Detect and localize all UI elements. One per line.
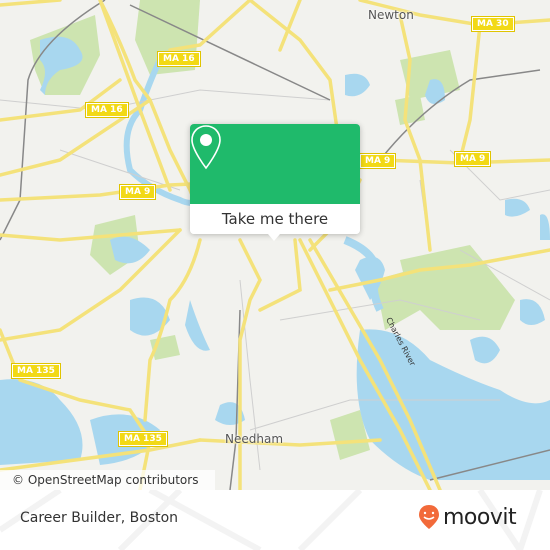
take-me-there-button[interactable]: Take me there	[190, 204, 360, 234]
map[interactable]: Newton Needham MA 16 MA 16 MA 9 MA 9 MA …	[0, 0, 550, 490]
location-pin-icon	[191, 125, 221, 170]
popup-header	[190, 124, 360, 204]
route-shield: MA 135	[11, 363, 61, 379]
map-canvas	[0, 0, 550, 490]
moovit-face-icon	[419, 505, 439, 529]
map-attribution[interactable]: © OpenStreetMap contributors	[0, 470, 215, 490]
popup-pointer	[268, 234, 280, 241]
route-shield: MA 30	[471, 16, 515, 32]
moovit-logo[interactable]: moovit	[418, 504, 517, 530]
route-shield: MA 9	[118, 184, 157, 200]
route-shield: MA 16	[85, 102, 129, 118]
place-label-newton: Newton	[368, 8, 414, 22]
route-shield: MA 9	[453, 151, 492, 167]
location-popup: Take me there	[190, 124, 360, 241]
location-title: Career Builder, Boston	[20, 510, 179, 526]
place-label-needham: Needham	[225, 432, 284, 446]
attribution-text[interactable]: © OpenStreetMap contributors	[12, 473, 198, 487]
brand-name: moovit	[443, 504, 517, 530]
route-shield: MA 9	[358, 153, 397, 169]
route-shield: MA 135	[118, 431, 168, 447]
route-shield: MA 16	[157, 51, 201, 67]
